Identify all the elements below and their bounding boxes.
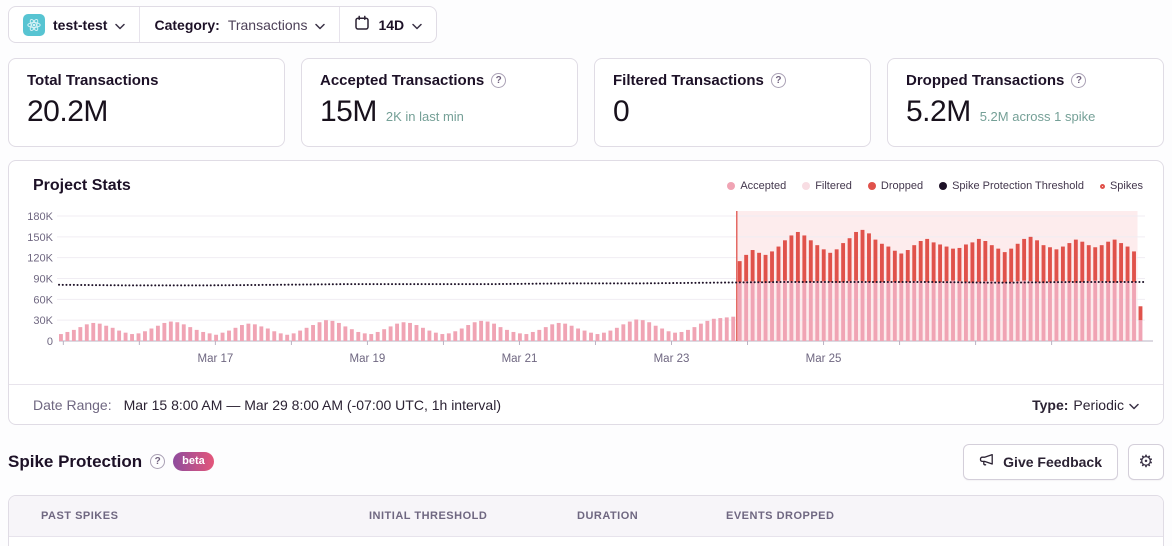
spike-protection-section-header: Spike Protection ? beta Give Feedback ⚙ (8, 441, 1164, 482)
stat-cards-row: Total Transactions 20.2M Accepted Transa… (8, 58, 1164, 147)
svg-text:Mar 17: Mar 17 (197, 353, 233, 365)
category-label: Category: (154, 16, 220, 33)
stat-card-title: Accepted Transactions ? (320, 72, 559, 89)
category-value: Transactions (227, 16, 308, 33)
give-feedback-button[interactable]: Give Feedback (963, 443, 1118, 480)
dot-marker-icon (939, 182, 948, 190)
stat-card-title: Filtered Transactions ? (613, 72, 852, 89)
svg-text:60K: 60K (33, 294, 53, 306)
stat-card-value: 0 (613, 95, 630, 128)
dot-marker-icon (727, 182, 736, 190)
project-selector[interactable]: test-test (9, 7, 139, 42)
chevron-down-icon (115, 17, 126, 33)
svg-text:120K: 120K (27, 253, 53, 265)
filter-toolbar: test-test Category: Transactions 14D (8, 6, 438, 43)
svg-text:Mar 21: Mar 21 (502, 353, 538, 365)
gear-icon: ⚙ (1138, 451, 1154, 472)
stat-card-accepted-transactions: Accepted Transactions ? 15M 2K in last m… (301, 58, 578, 147)
stat-card-value: 20.2M (27, 95, 108, 128)
dot-marker-icon (867, 182, 876, 190)
project-name: test-test (53, 16, 108, 33)
svg-text:150K: 150K (27, 232, 53, 244)
svg-text:90K: 90K (33, 274, 53, 286)
svg-text:Mar 19: Mar 19 (350, 353, 386, 365)
type-value: Periodic (1073, 396, 1124, 413)
chevron-down-icon (315, 17, 326, 33)
settings-gear-button[interactable]: ⚙ (1128, 443, 1164, 480)
help-icon[interactable]: ? (1071, 73, 1087, 88)
svg-text:Mar 23: Mar 23 (654, 353, 690, 365)
project-stats-chart[interactable]: 0 30K 60K 90K 120K 150K 180K Mar 17 Mar 19 Mar 21… (9, 205, 1163, 369)
type-label: Type: (1032, 396, 1069, 413)
date-range-text: Mar 15 8:00 AM — Mar 29 8:00 AM (-07:00 … (123, 396, 501, 413)
stat-card-dropped-transactions: Dropped Transactions ? 5.2M 5.2M across … (887, 58, 1164, 147)
stat-card-subtext: 2K in last min (385, 109, 464, 124)
usage-stats-page: test-test Category: Transactions 14D Tot… (0, 0, 1172, 546)
type-selector[interactable]: Type: Periodic (1032, 397, 1139, 413)
project-stats-panel: Project Stats Accepted Filtered Dropped Spi… (8, 160, 1164, 425)
stat-card-value: 15M (320, 95, 377, 128)
stat-card-total-transactions: Total Transactions 20.2M (8, 58, 285, 147)
chevron-down-icon (1129, 397, 1139, 413)
section-title: Spike Protection ? beta (8, 452, 214, 472)
stat-card-subtext: 5.2M across 1 spike (979, 109, 1096, 124)
stat-card-filtered-transactions: Filtered Transactions ? 0 (594, 58, 871, 147)
svg-text:30K: 30K (33, 315, 53, 327)
section-actions: Give Feedback ⚙ (963, 443, 1164, 480)
date-range-value: 14D (378, 16, 405, 33)
stat-card-title: Dropped Transactions ? (906, 72, 1145, 89)
table-header-row: Past Spikes Initial Threshold Duration E… (9, 496, 1163, 537)
calendar-icon (354, 15, 370, 34)
legend-item-spikes[interactable]: Spikes (1099, 180, 1143, 192)
beta-badge: beta (173, 452, 214, 471)
panel-title: Project Stats (33, 177, 131, 194)
chevron-down-icon (412, 17, 422, 33)
legend-item-dropped[interactable]: Dropped (867, 180, 923, 192)
help-icon[interactable]: ? (770, 73, 786, 88)
stat-card-value: 5.2M (906, 95, 971, 128)
megaphone-icon (979, 452, 995, 471)
stat-card-title: Total Transactions (27, 72, 159, 89)
column-header-events-dropped: Events Dropped (726, 510, 835, 522)
svg-text:0: 0 (47, 336, 53, 348)
svg-text:Mar 25: Mar 25 (806, 353, 842, 365)
date-range-label: Date Range: (33, 396, 112, 413)
help-icon[interactable]: ? (491, 73, 507, 88)
ring-marker-icon (1099, 183, 1105, 189)
dot-marker-icon (802, 182, 811, 190)
legend-item-filtered[interactable]: Filtered (802, 180, 852, 192)
column-header-initial-threshold: Initial Threshold (369, 510, 488, 522)
legend-item-spike-protection-threshold[interactable]: Spike Protection Threshold (939, 180, 1084, 192)
help-icon[interactable]: ? (150, 454, 166, 469)
legend-item-accepted[interactable]: Accepted (727, 180, 786, 192)
column-header-duration: Duration (577, 510, 639, 522)
chart-legend: Accepted Filtered Dropped Spike Protection … (727, 180, 1143, 192)
react-platform-icon (23, 13, 45, 36)
past-spikes-table: Past Spikes Initial Threshold Duration E… (8, 495, 1164, 546)
date-range-selector[interactable]: 14D (339, 7, 436, 42)
chart-footer: Date Range: Mar 15 8:00 AM — Mar 29 8:00… (9, 384, 1163, 424)
category-selector[interactable]: Category: Transactions (139, 7, 339, 42)
column-header-past-spikes: Past Spikes (41, 510, 119, 522)
svg-text:180K: 180K (27, 211, 53, 223)
